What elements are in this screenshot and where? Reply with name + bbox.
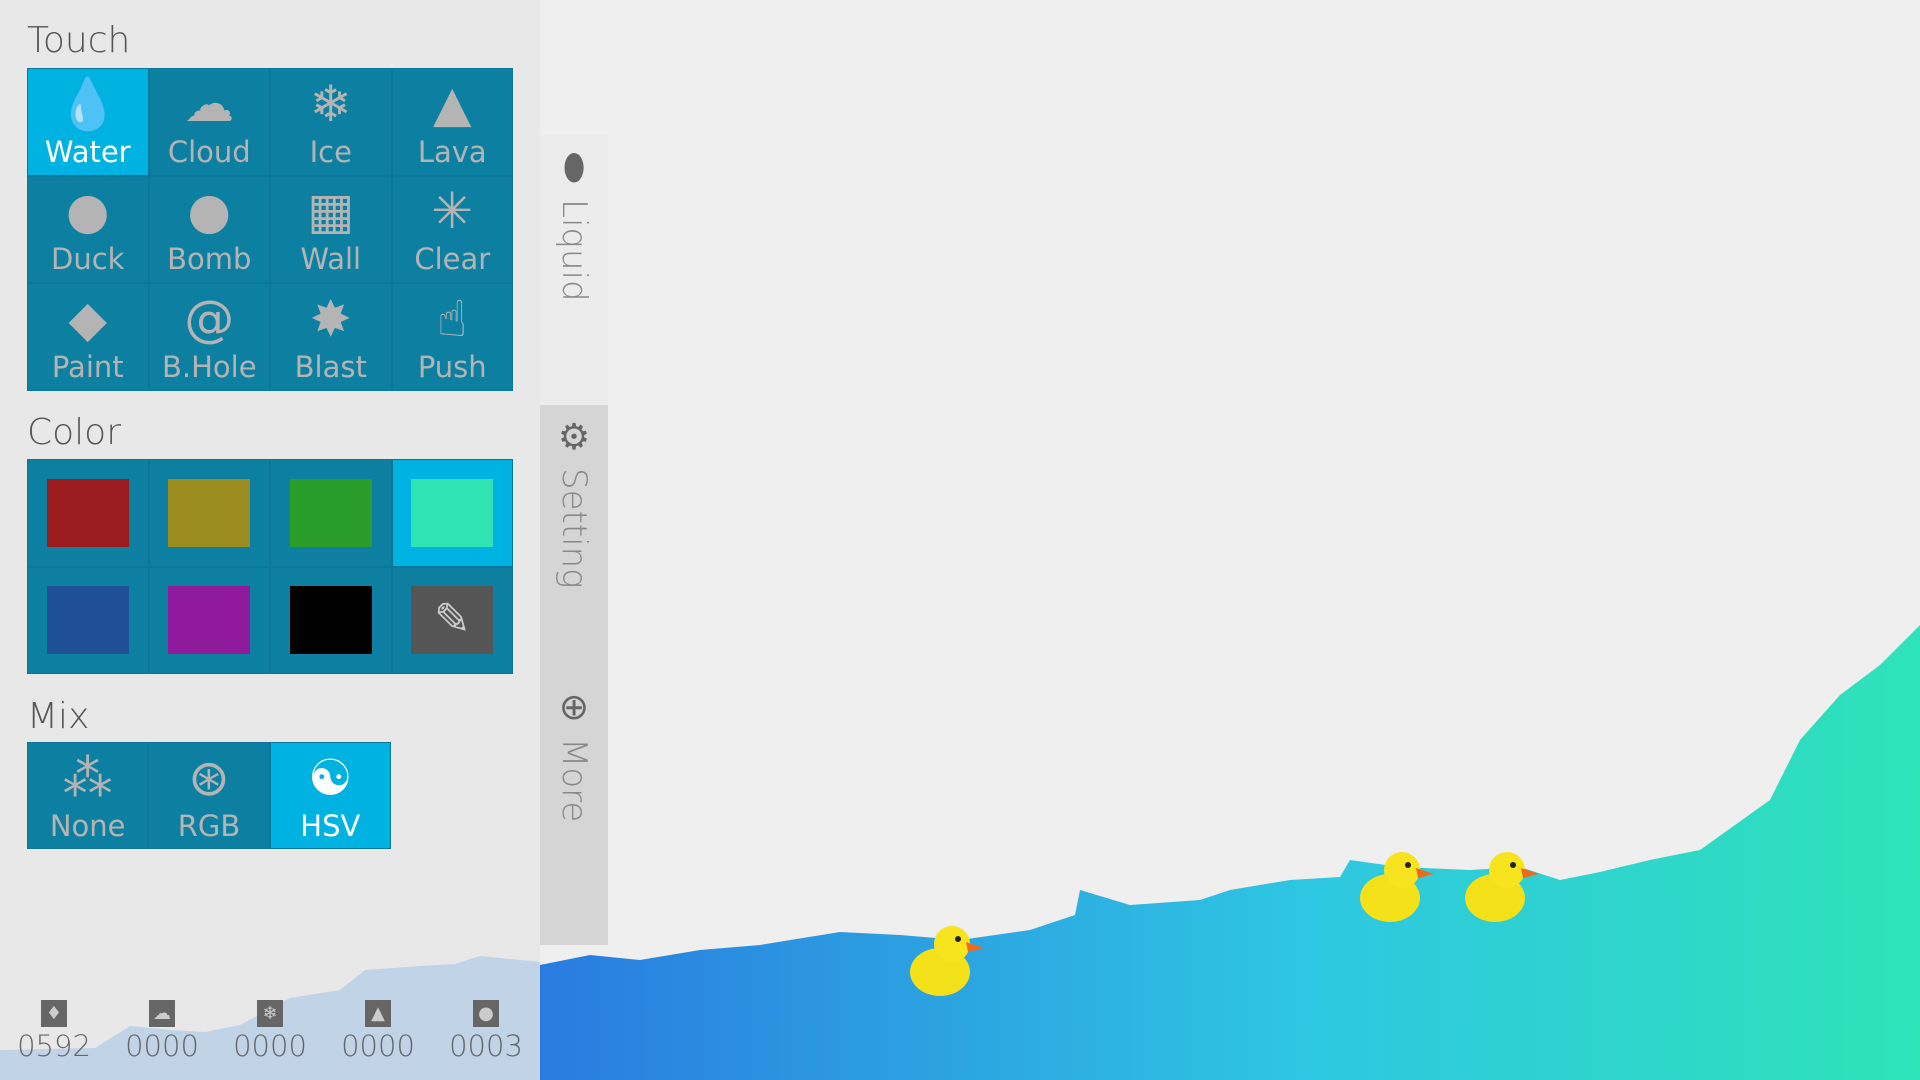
color-swatch	[289, 586, 372, 655]
stat-value: 0592	[17, 1029, 91, 1063]
blast-icon: ✸	[309, 290, 352, 349]
tool-panel: Touch 💧 Water ☁ Cloud ❄ Ice ▲ Lava ● Duck ● Bomb ▦ Wa…	[0, 0, 540, 1080]
mix-hsv[interactable]: ☯ HSV	[269, 742, 391, 849]
color-palette: ✎	[27, 459, 513, 674]
color-heading: Color	[27, 412, 121, 453]
tool-bomb[interactable]: ● Bomb	[148, 175, 270, 284]
volcano-icon: ▲	[433, 74, 472, 133]
color-swatch	[289, 478, 372, 547]
water-drop-icon: ♦	[41, 1000, 67, 1027]
mix-label: HSV	[300, 808, 361, 843]
tool-wall[interactable]: ▦ Wall	[270, 175, 392, 284]
tool-label: B.Hole	[161, 350, 257, 385]
black-hole-spiral-icon: @	[184, 290, 235, 349]
tool-label: Duck	[51, 242, 125, 277]
stat-counter: ● 0003	[436, 1000, 536, 1063]
tool-cloud[interactable]: ☁ Cloud	[148, 68, 270, 176]
tool-label: Blast	[294, 350, 367, 385]
stat-value: 0003	[449, 1029, 523, 1063]
mix-label: None	[49, 808, 126, 843]
tool-bhole[interactable]: @ B.Hole	[148, 283, 270, 391]
stat-counter: ♦ 0592	[4, 1000, 104, 1063]
simulation-canvas[interactable]	[540, 0, 1920, 1080]
tool-label: Water	[44, 134, 131, 169]
color-swatch-cell[interactable]	[270, 459, 392, 567]
tool-ice[interactable]: ❄ Ice	[270, 68, 392, 176]
water-body	[540, 625, 1920, 1080]
color-swatch-cell[interactable]	[148, 566, 270, 674]
pointing-hand-icon: ☝	[437, 290, 468, 349]
tool-label: Paint	[51, 350, 124, 385]
color-swatch	[46, 586, 129, 655]
volcano-icon: ▲	[365, 1000, 391, 1027]
duck-icon: ●	[65, 182, 110, 241]
tool-label: Push	[417, 350, 487, 385]
stat-counter: ❄ 0000	[220, 1000, 320, 1063]
touch-tool-grid: 💧 Water ☁ Cloud ❄ Ice ▲ Lava ● Duck ● Bomb ▦ Wall ✳ Cle…	[27, 68, 513, 391]
touch-heading: Touch	[27, 20, 131, 61]
mix-heading: Mix	[27, 696, 90, 737]
three-circles-icon: ⁂	[62, 748, 113, 807]
snowflake-icon: ❄	[257, 1000, 283, 1027]
tool-clear[interactable]: ✳ Clear	[391, 175, 513, 284]
color-swatch-cell[interactable]	[391, 459, 513, 567]
tool-label: Clear	[414, 242, 491, 277]
mix-label: RGB	[177, 808, 241, 843]
stat-counter: ▲ 0000	[328, 1000, 428, 1063]
water-drop-icon: 💧	[56, 74, 119, 133]
stat-counter: ☁ 0000	[112, 1000, 212, 1063]
tool-lava[interactable]: ▲ Lava	[391, 68, 513, 176]
color-swatch	[168, 586, 251, 655]
mix-mode-grid: ⁂ None ⊛ RGB ☯ HSV	[27, 742, 391, 849]
tool-label: Lava	[417, 134, 487, 169]
tool-water[interactable]: 💧 Water	[27, 68, 149, 176]
stat-value: 0000	[341, 1029, 415, 1063]
stat-value: 0000	[125, 1029, 199, 1063]
cloud-icon: ☁	[184, 74, 235, 133]
tool-duck[interactable]: ● Duck	[27, 175, 149, 284]
brick-wall-icon: ▦	[307, 182, 355, 241]
stat-value: 0000	[233, 1029, 307, 1063]
duck-icon: ●	[473, 1000, 499, 1027]
snowflake-icon: ❄	[309, 74, 352, 133]
tool-blast[interactable]: ✸ Blast	[270, 283, 392, 391]
color-swatch-cell[interactable]	[270, 566, 392, 674]
tool-label: Wall	[300, 242, 362, 277]
swirl-circle-icon: ☯	[307, 748, 353, 807]
color-swatch	[46, 478, 129, 547]
color-swatch	[411, 478, 494, 547]
color-swatch-cell[interactable]	[27, 459, 149, 567]
color-swatch	[168, 478, 251, 547]
color-swatch-cell[interactable]	[148, 459, 270, 567]
clear-burst-icon: ✳	[431, 182, 474, 241]
mix-none[interactable]: ⁂ None	[27, 742, 149, 849]
tool-push[interactable]: ☝ Push	[391, 283, 513, 391]
cloud-icon: ☁	[149, 1000, 175, 1027]
eyedropper-icon: ✎	[411, 586, 494, 655]
bomb-icon: ●	[187, 182, 232, 241]
paint-bucket-icon: ◆	[68, 290, 107, 349]
mix-rgb[interactable]: ⊛ RGB	[148, 742, 270, 849]
tool-label: Ice	[309, 134, 352, 169]
tool-label: Cloud	[167, 134, 251, 169]
venn-circles-icon: ⊛	[188, 748, 230, 807]
color-swatch-cell[interactable]	[27, 566, 149, 674]
tool-label: Bomb	[167, 242, 252, 277]
tool-paint[interactable]: ◆ Paint	[27, 283, 149, 391]
eyedropper-button[interactable]: ✎	[391, 566, 513, 674]
